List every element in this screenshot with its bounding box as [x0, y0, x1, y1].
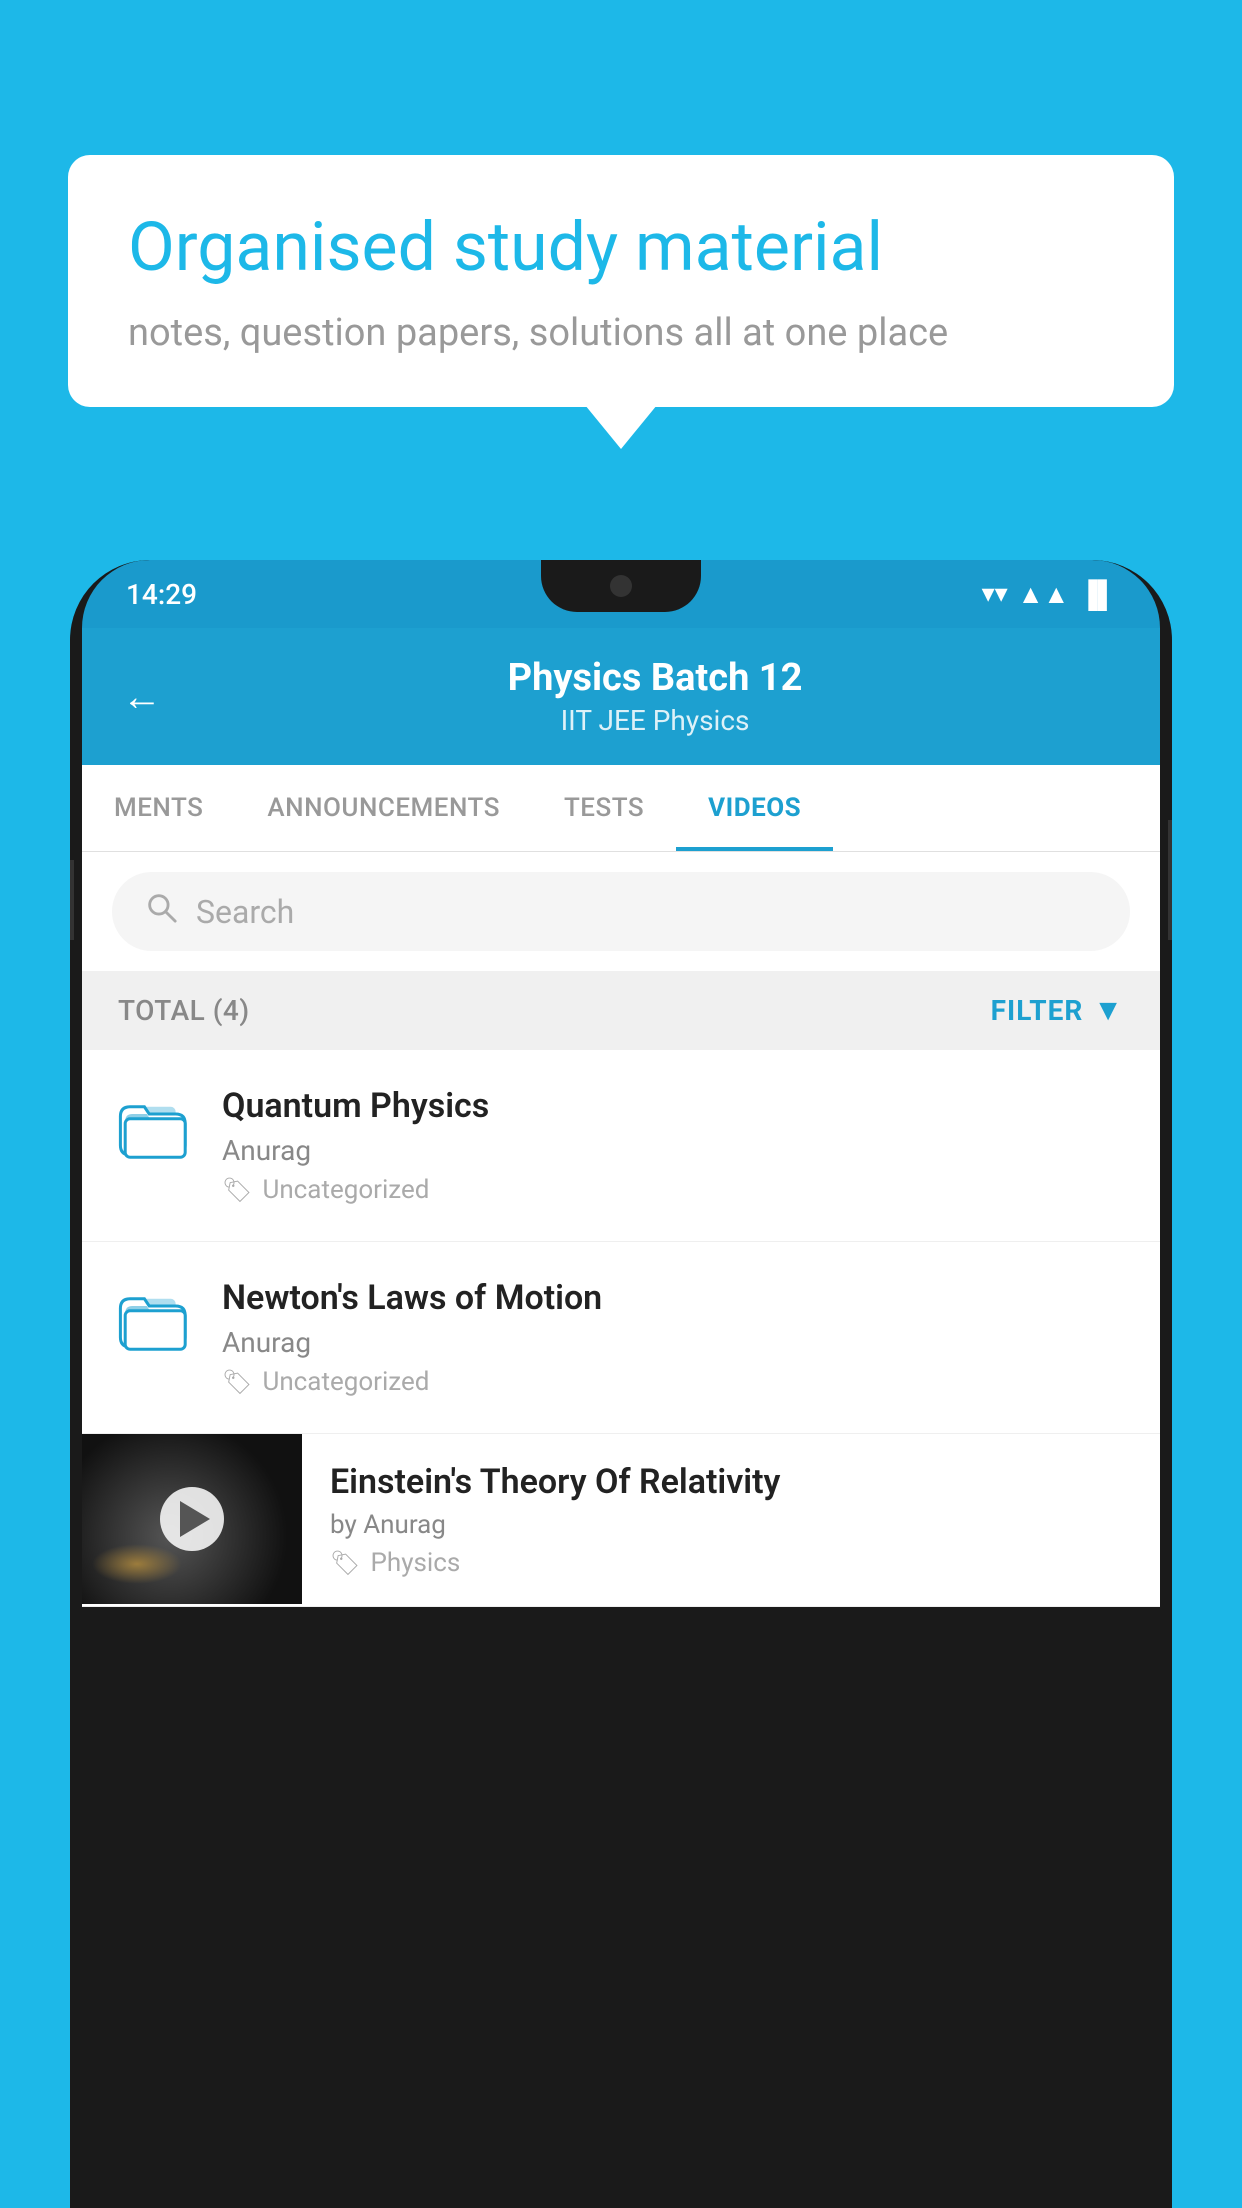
tab-bar: MENTS ANNOUNCEMENTS TESTS VIDEOS — [82, 765, 1160, 852]
item-by: by Anurag — [330, 1510, 1132, 1540]
status-bar: 14:29 ▾▾ ▲▲ ▐▌ — [82, 560, 1160, 628]
phone-frame: 14:29 ▾▾ ▲▲ ▐▌ ← Physics Batch 12 IIT JE… — [70, 560, 1172, 2208]
header-subtitle-part1: IIT JEE — [561, 704, 646, 737]
list-item-content: Newton's Laws of Motion Anurag 🏷 Uncateg… — [222, 1278, 1124, 1397]
list-item[interactable]: Quantum Physics Anurag 🏷 Uncategorized — [82, 1050, 1160, 1242]
battery-icon: ▐▌ — [1079, 579, 1116, 610]
item-tag: 🏷 Physics — [330, 1548, 1132, 1578]
tab-announcements[interactable]: ANNOUNCEMENTS — [235, 765, 532, 851]
tab-videos[interactable]: VIDEOS — [676, 765, 833, 851]
header-subtitle: IIT JEE Physics — [190, 704, 1120, 737]
header-subtitle-part2: Physics — [653, 704, 750, 737]
item-title: Newton's Laws of Motion — [222, 1278, 1124, 1318]
wifi-icon: ▾▾ — [982, 579, 1008, 609]
list-item-video[interactable]: Einstein's Theory Of Relativity by Anura… — [82, 1434, 1160, 1607]
signal-icon: ▲▲ — [1018, 579, 1069, 610]
tag-icon: 🏷 — [222, 1176, 252, 1204]
list-item[interactable]: Newton's Laws of Motion Anurag 🏷 Uncateg… — [82, 1242, 1160, 1434]
thumbnail-glow — [92, 1544, 182, 1584]
folder-icon — [118, 1090, 190, 1166]
bubble-title: Organised study material — [128, 207, 1114, 289]
tag-label: Physics — [370, 1548, 460, 1578]
list-item-content: Einstein's Theory Of Relativity by Anura… — [302, 1434, 1160, 1606]
tag-icon: 🏷 — [222, 1368, 252, 1396]
content-list: Quantum Physics Anurag 🏷 Uncategorized — [82, 1050, 1160, 1607]
volume-button — [70, 860, 74, 940]
item-tag: 🏷 Uncategorized — [222, 1367, 1124, 1397]
video-thumbnail — [82, 1434, 302, 1604]
search-bar-container: Search — [82, 852, 1160, 971]
status-icons: ▾▾ ▲▲ ▐▌ — [982, 579, 1116, 610]
power-button — [1168, 820, 1172, 940]
speech-bubble-section: Organised study material notes, question… — [68, 155, 1174, 407]
notch — [541, 560, 701, 612]
camera — [610, 575, 632, 597]
tag-icon: 🏷 — [330, 1549, 360, 1577]
tab-ments[interactable]: MENTS — [82, 765, 235, 851]
phone-screen: 14:29 ▾▾ ▲▲ ▐▌ ← Physics Batch 12 IIT JE… — [82, 560, 1160, 2208]
item-tag: 🏷 Uncategorized — [222, 1175, 1124, 1205]
list-item-content: Quantum Physics Anurag 🏷 Uncategorized — [222, 1086, 1124, 1205]
filter-bar: TOTAL (4) FILTER ▼ — [82, 971, 1160, 1050]
search-input[interactable]: Search — [196, 893, 294, 931]
play-button[interactable] — [160, 1487, 224, 1551]
search-bar[interactable]: Search — [112, 872, 1130, 951]
bubble-subtitle: notes, question papers, solutions all at… — [128, 311, 1114, 355]
tag-label: Uncategorized — [262, 1175, 429, 1205]
play-icon — [180, 1501, 210, 1537]
back-button[interactable]: ← — [122, 673, 162, 720]
item-author: Anurag — [222, 1134, 1124, 1167]
total-count: TOTAL (4) — [118, 994, 250, 1027]
header-title: Physics Batch 12 — [190, 656, 1120, 700]
filter-icon: ▼ — [1093, 993, 1124, 1028]
item-title: Einstein's Theory Of Relativity — [330, 1462, 1132, 1502]
folder-icon — [118, 1282, 190, 1358]
item-author: Anurag — [222, 1326, 1124, 1359]
filter-button[interactable]: FILTER ▼ — [991, 993, 1124, 1028]
filter-label: FILTER — [991, 994, 1084, 1027]
search-icon — [144, 890, 178, 933]
app-header: ← Physics Batch 12 IIT JEE Physics — [82, 628, 1160, 765]
header-center: Physics Batch 12 IIT JEE Physics — [190, 656, 1120, 737]
tag-label: Uncategorized — [262, 1367, 429, 1397]
tab-tests[interactable]: TESTS — [532, 765, 676, 851]
speech-bubble: Organised study material notes, question… — [68, 155, 1174, 407]
status-time: 14:29 — [126, 578, 197, 611]
item-title: Quantum Physics — [222, 1086, 1124, 1126]
